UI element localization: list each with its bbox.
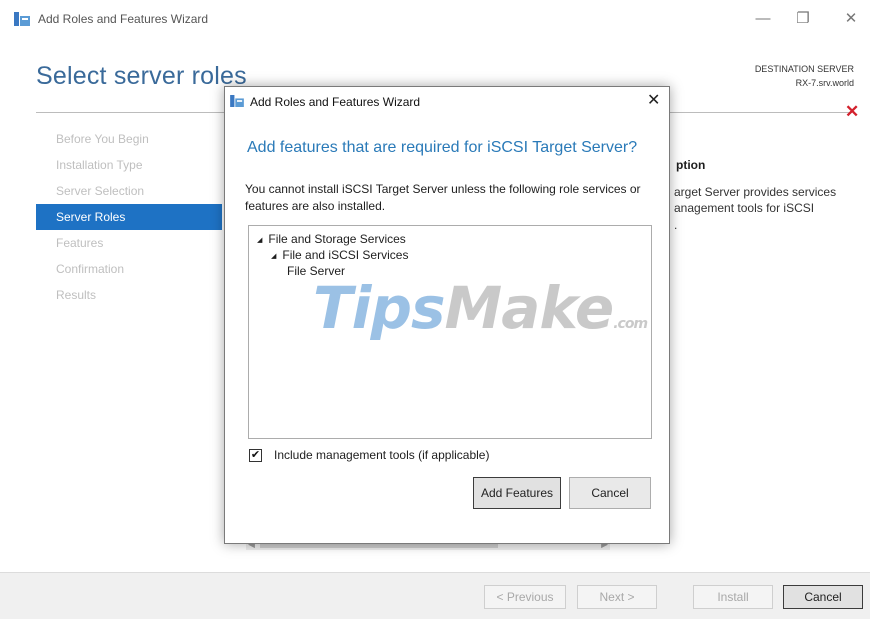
expand-arrow-icon[interactable]: ◢: [257, 236, 262, 244]
dialog-close-button[interactable]: ✕: [647, 90, 660, 110]
dialog-cancel-button[interactable]: Cancel: [569, 477, 651, 509]
page-title: Select server roles: [36, 62, 247, 90]
window-title: Add Roles and Features Wizard: [38, 12, 209, 26]
dialog-heading: Add features that are required for iSCSI…: [247, 139, 638, 156]
tipsmake-watermark: TipsMake.com: [313, 274, 648, 342]
step-server-selection[interactable]: Server Selection: [36, 178, 222, 204]
step-features[interactable]: Features: [36, 230, 222, 256]
minimize-button[interactable]: —: [748, 6, 778, 32]
description-line-3: .: [674, 218, 678, 232]
window-titlebar: Add Roles and Features Wizard — ❐ ✕: [0, 0, 870, 38]
expand-arrow-icon[interactable]: ◢: [271, 252, 276, 260]
include-tools-checkbox[interactable]: ✔: [249, 449, 262, 462]
dialog-title: Add Roles and Features Wizard: [250, 95, 421, 109]
required-features-tree[interactable]: ◢ File and Storage Services ◢ File and iSC…: [248, 225, 652, 439]
wizard-steps-nav: Before You Begin Installation Type Serve…: [36, 126, 222, 308]
tree-item-file-iscsi-services[interactable]: ◢ File and iSCSI Services: [271, 248, 408, 262]
tree-item-label: File and Storage Services: [268, 232, 406, 246]
include-tools-label[interactable]: Include management tools (if applicable): [274, 448, 489, 462]
destination-server-label: DESTINATION SERVER: [754, 64, 854, 74]
cancel-button[interactable]: Cancel: [783, 585, 863, 609]
tree-item-label: File and iSCSI Services: [282, 248, 409, 262]
destination-server-name: RX-7.srv.world: [795, 78, 854, 88]
previous-button[interactable]: < Previous: [484, 585, 566, 609]
next-button[interactable]: Next >: [577, 585, 657, 609]
step-before-you-begin[interactable]: Before You Begin: [36, 126, 222, 152]
add-features-dialog: Add Roles and Features Wizard ✕ Add feat…: [224, 86, 670, 544]
close-window-button[interactable]: ✕: [836, 6, 866, 32]
step-installation-type[interactable]: Installation Type: [36, 152, 222, 178]
error-x-icon: ✕: [845, 102, 860, 121]
description-heading: ption: [676, 158, 706, 172]
tree-item-file-storage-services[interactable]: ◢ File and Storage Services: [257, 232, 406, 246]
install-button[interactable]: Install: [693, 585, 773, 609]
step-results[interactable]: Results: [36, 282, 222, 308]
description-line-2: anagement tools for iSCSI: [674, 201, 815, 215]
maximize-button[interactable]: ❐: [788, 6, 818, 32]
description-line-1: arget Server provides services: [674, 185, 837, 199]
dialog-message: You cannot install iSCSI Target Server u…: [245, 182, 641, 213]
add-features-button[interactable]: Add Features: [473, 477, 561, 509]
server-manager-icon: [230, 95, 244, 107]
step-server-roles[interactable]: Server Roles: [36, 204, 222, 230]
step-confirmation[interactable]: Confirmation: [36, 256, 222, 282]
server-manager-icon: [14, 12, 30, 26]
